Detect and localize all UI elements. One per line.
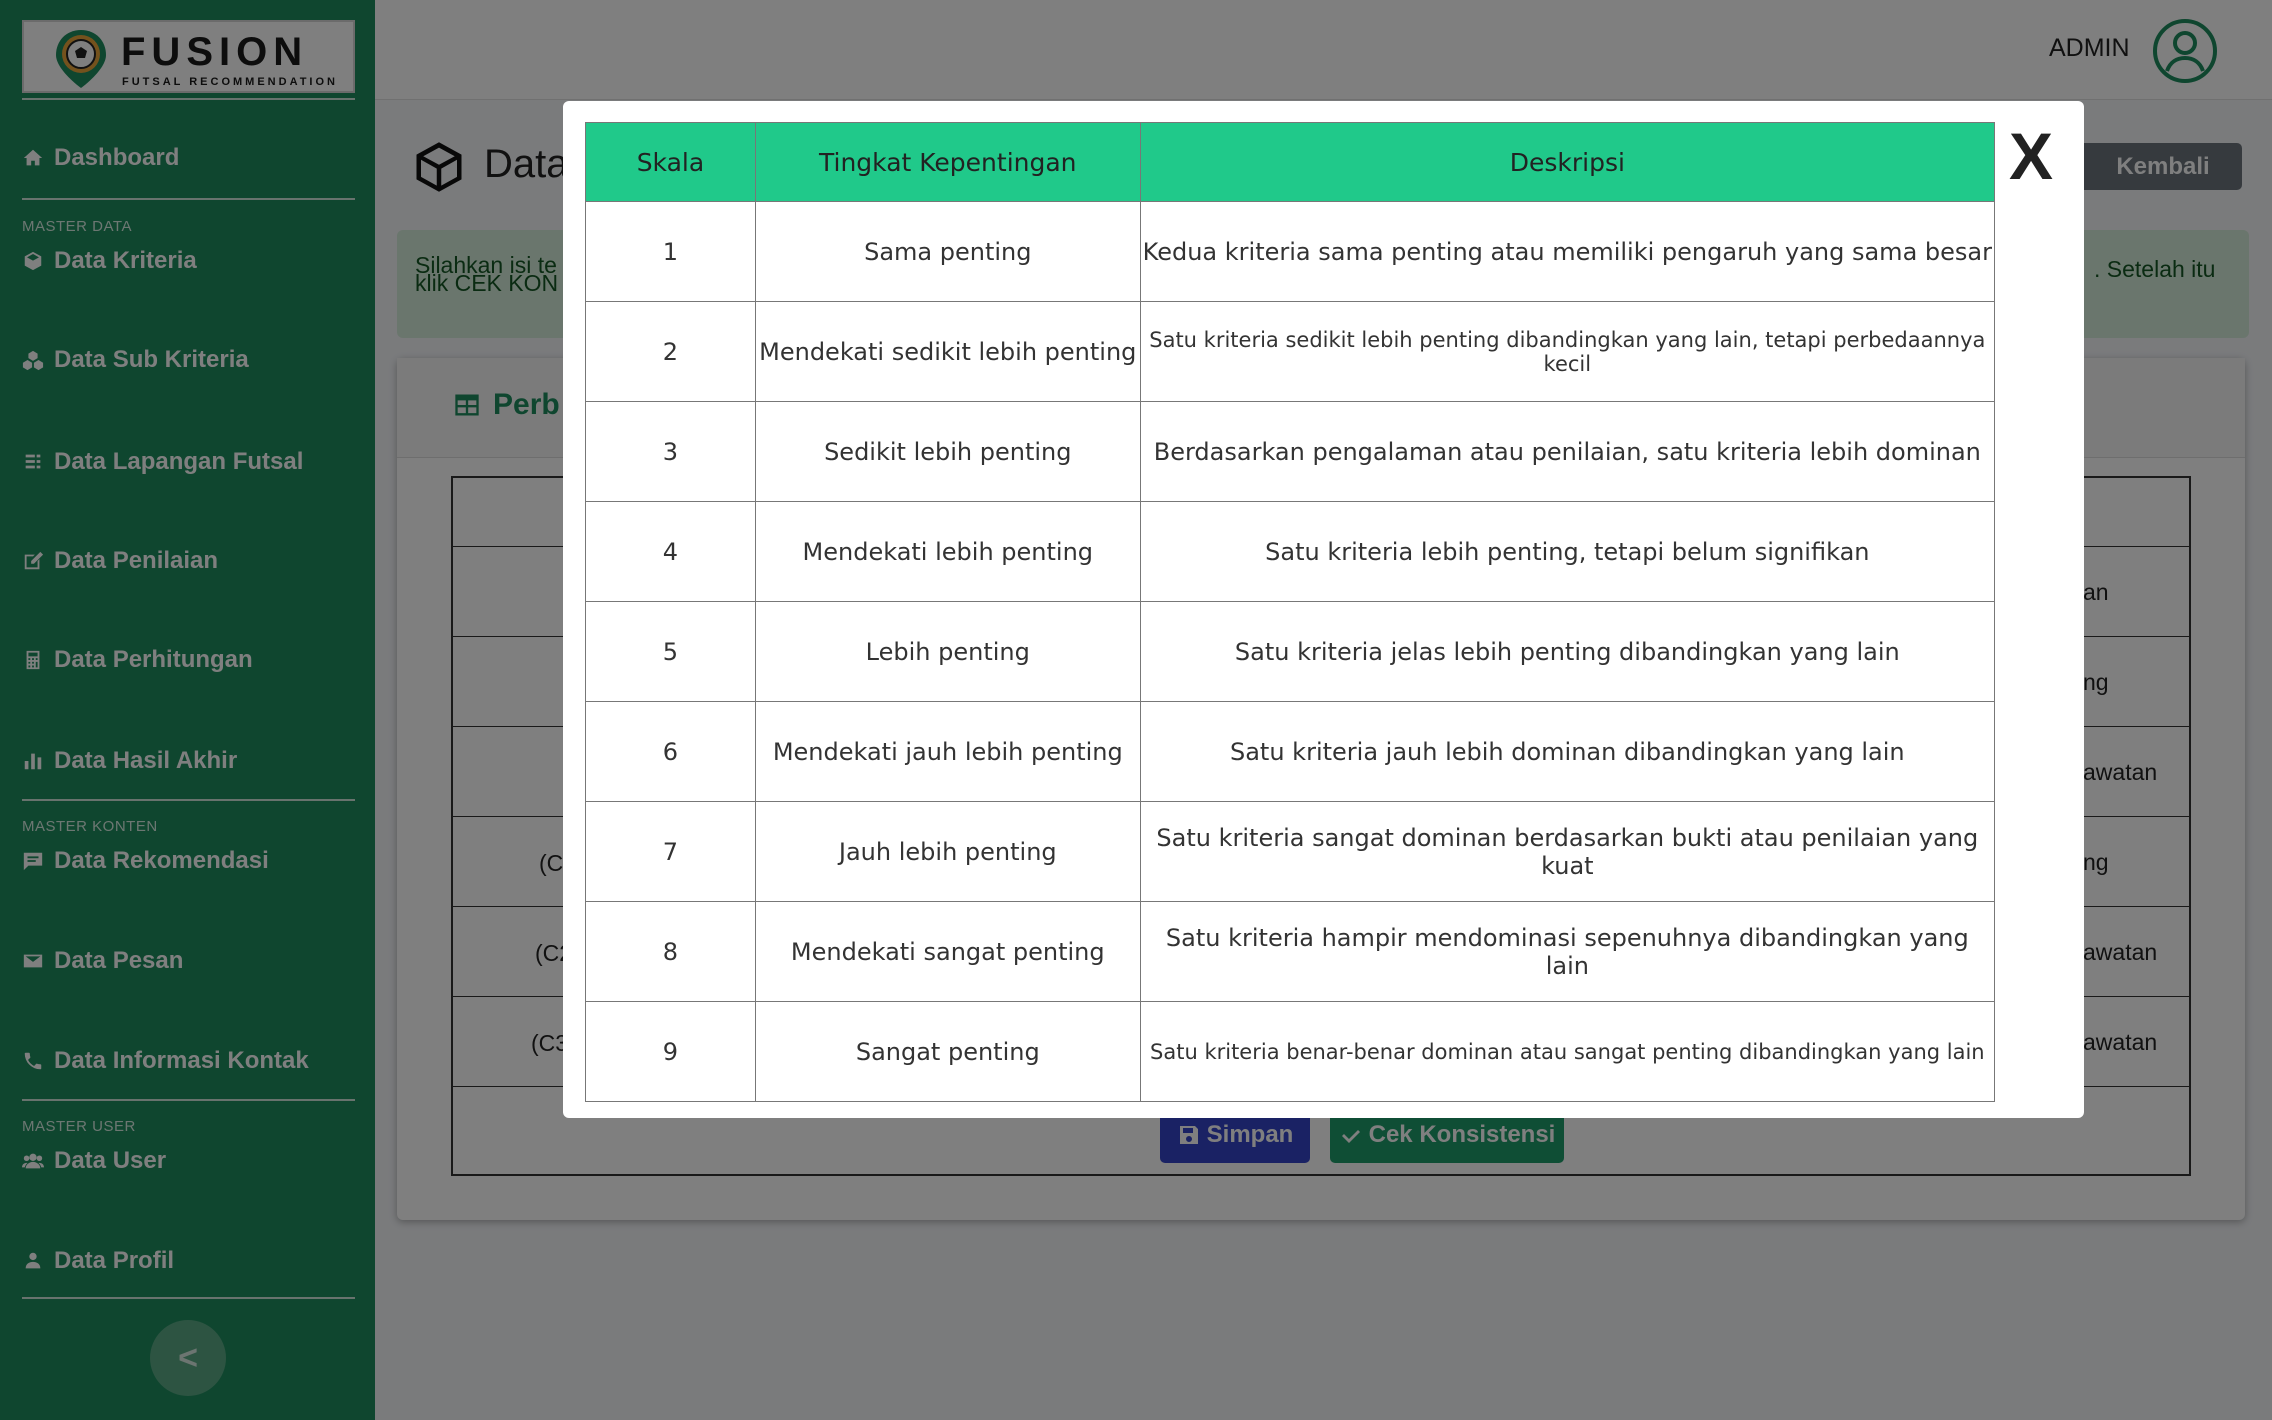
description-cell: Satu kriteria sedikit lebih penting diba… [1139, 301, 1996, 402]
description-cell: Satu kriteria jelas lebih penting diband… [1139, 601, 1996, 702]
table-header-row: Skala Tingkat Kepentingan Deskripsi [585, 122, 1996, 202]
scale-modal: X Skala Tingkat Kepentingan Deskripsi 1 … [563, 101, 2084, 1118]
table-row: 1 Sama penting Kedua kriteria sama penti… [585, 201, 1996, 302]
table-row: 2 Mendekati sedikit lebih penting Satu k… [585, 301, 1996, 402]
scale-cell: 3 [585, 401, 756, 502]
column-header-deskripsi: Deskripsi [1139, 122, 1996, 202]
table-row: 4 Mendekati lebih penting Satu kriteria … [585, 501, 1996, 602]
level-cell: Mendekati sangat penting [754, 901, 1141, 1002]
description-cell: Kedua kriteria sama penting atau memilik… [1139, 201, 1996, 302]
scale-cell: 6 [585, 701, 756, 802]
level-cell: Mendekati jauh lebih penting [754, 701, 1141, 802]
description-cell: Satu kriteria hampir mendominasi sepenuh… [1139, 901, 1996, 1002]
scale-cell: 9 [585, 1001, 756, 1102]
scale-cell: 2 [585, 301, 756, 402]
level-cell: Sangat penting [754, 1001, 1141, 1102]
scale-cell: 5 [585, 601, 756, 702]
level-cell: Mendekati sedikit lebih penting [754, 301, 1141, 402]
level-cell: Lebih penting [754, 601, 1141, 702]
description-cell: Satu kriteria benar-benar dominan atau s… [1139, 1001, 1996, 1102]
table-row: 5 Lebih penting Satu kriteria jelas lebi… [585, 601, 1996, 702]
table-row: 7 Jauh lebih penting Satu kriteria sanga… [585, 801, 1996, 902]
scale-cell: 7 [585, 801, 756, 902]
level-cell: Jauh lebih penting [754, 801, 1141, 902]
level-cell: Mendekati lebih penting [754, 501, 1141, 602]
scale-cell: 1 [585, 201, 756, 302]
level-cell: Sama penting [754, 201, 1141, 302]
table-row: 6 Mendekati jauh lebih penting Satu krit… [585, 701, 1996, 802]
level-cell: Sedikit lebih penting [754, 401, 1141, 502]
close-button[interactable]: X [2009, 123, 2053, 189]
description-cell: Satu kriteria jauh lebih dominan dibandi… [1139, 701, 1996, 802]
description-cell: Satu kriteria lebih penting, tetapi belu… [1139, 501, 1996, 602]
table-row: 3 Sedikit lebih penting Berdasarkan peng… [585, 401, 1996, 502]
scale-cell: 4 [585, 501, 756, 602]
table-row: 9 Sangat penting Satu kriteria benar-ben… [585, 1001, 1996, 1102]
table-row: 8 Mendekati sangat penting Satu kriteria… [585, 901, 1996, 1002]
importance-scale-table: Skala Tingkat Kepentingan Deskripsi 1 Sa… [585, 122, 1996, 1102]
column-header-skala: Skala [585, 122, 756, 202]
description-cell: Berdasarkan pengalaman atau penilaian, s… [1139, 401, 1996, 502]
column-header-tingkat: Tingkat Kepentingan [754, 122, 1141, 202]
description-cell: Satu kriteria sangat dominan berdasarkan… [1139, 801, 1996, 902]
scale-cell: 8 [585, 901, 756, 1002]
